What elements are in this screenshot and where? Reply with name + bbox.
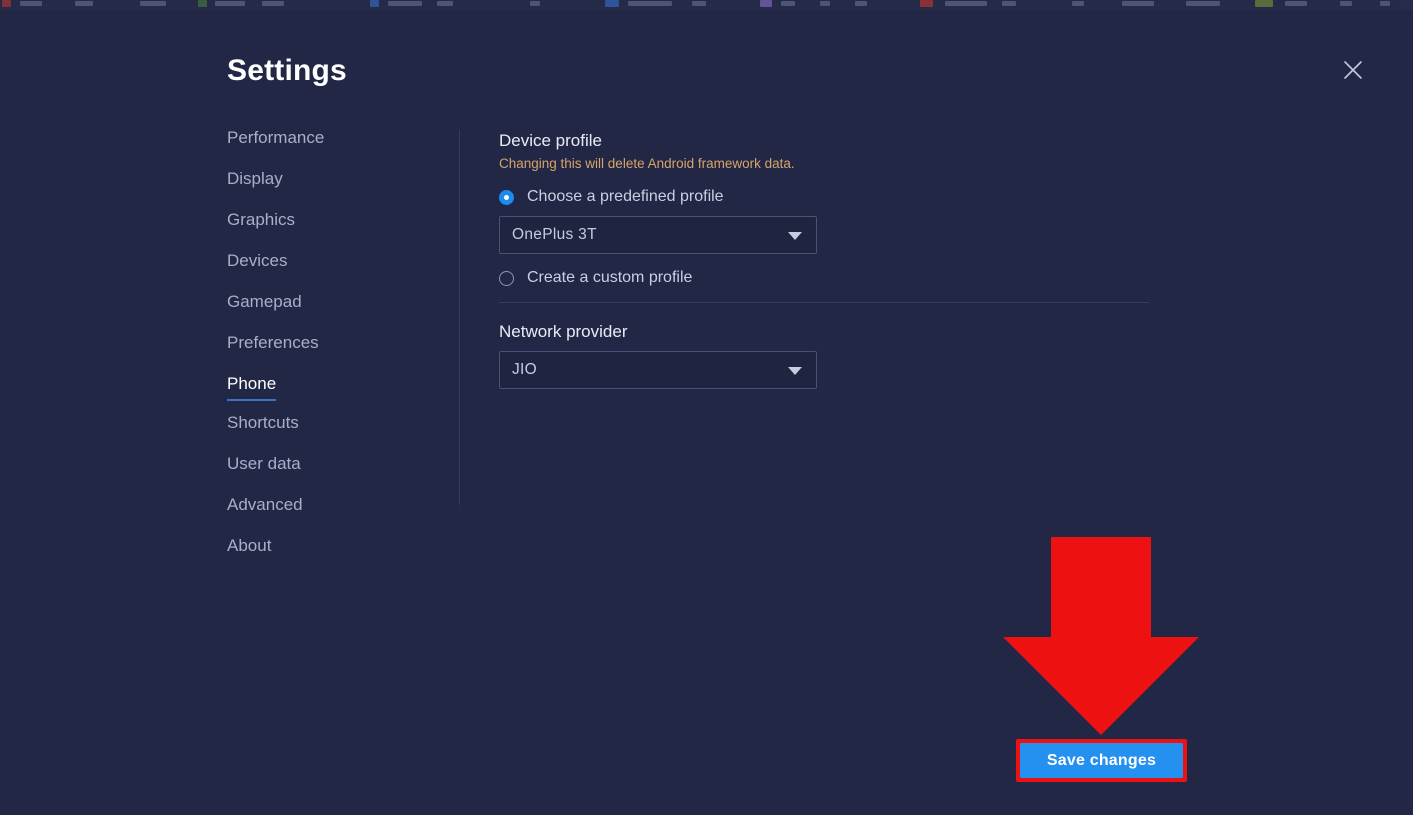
sidebar-item-user-data[interactable]: User data <box>227 454 301 476</box>
sidebar-item-shortcuts[interactable]: Shortcuts <box>227 413 299 435</box>
radio-custom-profile[interactable]: Create a custom profile <box>499 268 1149 288</box>
bookmark-strip-item <box>1002 1 1016 6</box>
bookmark-strip-item <box>945 1 987 6</box>
radio-unselected-icon <box>499 271 514 286</box>
chevron-down-icon <box>788 232 802 240</box>
sidebar-item-devices[interactable]: Devices <box>227 251 287 273</box>
bookmark-strip-item <box>760 0 772 7</box>
bookmark-strip-item <box>140 1 166 6</box>
bookmark-strip-item <box>1340 1 1352 6</box>
browser-bookmark-strip <box>0 0 1413 10</box>
network-provider-title: Network provider <box>499 321 1149 343</box>
bookmark-strip-item <box>855 1 867 6</box>
device-profile-section: Device profile Changing this will delete… <box>499 130 1149 303</box>
bookmark-strip-item <box>75 1 93 6</box>
bookmark-strip-item <box>628 1 672 6</box>
device-profile-warning: Changing this will delete Android framew… <box>499 155 1149 173</box>
network-provider-select-value: JIO <box>512 361 537 379</box>
sidebar-item-performance[interactable]: Performance <box>227 128 324 150</box>
bookmark-strip-item <box>20 1 42 6</box>
sidebar-item-preferences[interactable]: Preferences <box>227 333 319 355</box>
bookmark-strip-item <box>1285 1 1307 6</box>
sidebar-item-graphics[interactable]: Graphics <box>227 210 295 232</box>
bookmark-strip-item <box>262 1 284 6</box>
bookmark-strip-item <box>781 1 795 6</box>
settings-content: Device profile Changing this will delete… <box>499 130 1149 403</box>
radio-custom-profile-label: Create a custom profile <box>527 268 692 288</box>
sidebar-item-gamepad[interactable]: Gamepad <box>227 292 302 314</box>
radio-predefined-profile-label: Choose a predefined profile <box>527 187 724 207</box>
save-button-highlight: Save changes <box>1016 739 1187 782</box>
sidebar-item-advanced[interactable]: Advanced <box>227 495 303 517</box>
bookmark-strip-item <box>437 1 453 6</box>
bookmark-strip-item <box>1380 1 1390 6</box>
page-title: Settings <box>227 54 347 88</box>
network-provider-section: Network provider JIO <box>499 321 1149 389</box>
device-profile-select-value: OnePlus 3T <box>512 226 597 244</box>
device-profile-select[interactable]: OnePlus 3T <box>499 216 817 254</box>
device-profile-title: Device profile <box>499 130 1149 152</box>
down-arrow-annotation <box>1002 537 1200 735</box>
bookmark-strip-item <box>820 1 830 6</box>
network-provider-select[interactable]: JIO <box>499 351 817 389</box>
close-icon[interactable] <box>1335 52 1371 88</box>
bookmark-strip-item <box>198 0 207 7</box>
radio-predefined-profile[interactable]: Choose a predefined profile <box>499 187 1149 207</box>
save-changes-button[interactable]: Save changes <box>1020 743 1183 778</box>
bookmark-strip-item <box>1122 1 1154 6</box>
bookmark-strip-item <box>388 1 422 6</box>
bookmark-strip-item <box>920 0 933 7</box>
sidebar-divider <box>459 130 460 505</box>
bookmark-strip-item <box>692 1 706 6</box>
bookmark-strip-item <box>370 0 379 7</box>
sidebar-item-about[interactable]: About <box>227 536 271 558</box>
bookmark-strip-item <box>1072 1 1084 6</box>
radio-selected-icon <box>499 190 514 205</box>
bookmark-strip-item <box>1186 1 1220 6</box>
section-divider <box>499 302 1149 303</box>
settings-dialog: Settings Performance Display Graphics Devic… <box>0 10 1413 815</box>
sidebar-item-phone[interactable]: Phone <box>227 374 276 401</box>
chevron-down-icon <box>788 367 802 375</box>
settings-sidebar: Performance Display Graphics Devices Gamepad… <box>227 128 437 577</box>
bookmark-strip-item <box>605 0 619 7</box>
bookmark-strip-item <box>1255 0 1273 7</box>
bookmark-strip-item <box>530 1 540 6</box>
bookmark-strip-item <box>2 0 11 7</box>
sidebar-item-display[interactable]: Display <box>227 169 283 191</box>
bookmark-strip-item <box>215 1 245 6</box>
